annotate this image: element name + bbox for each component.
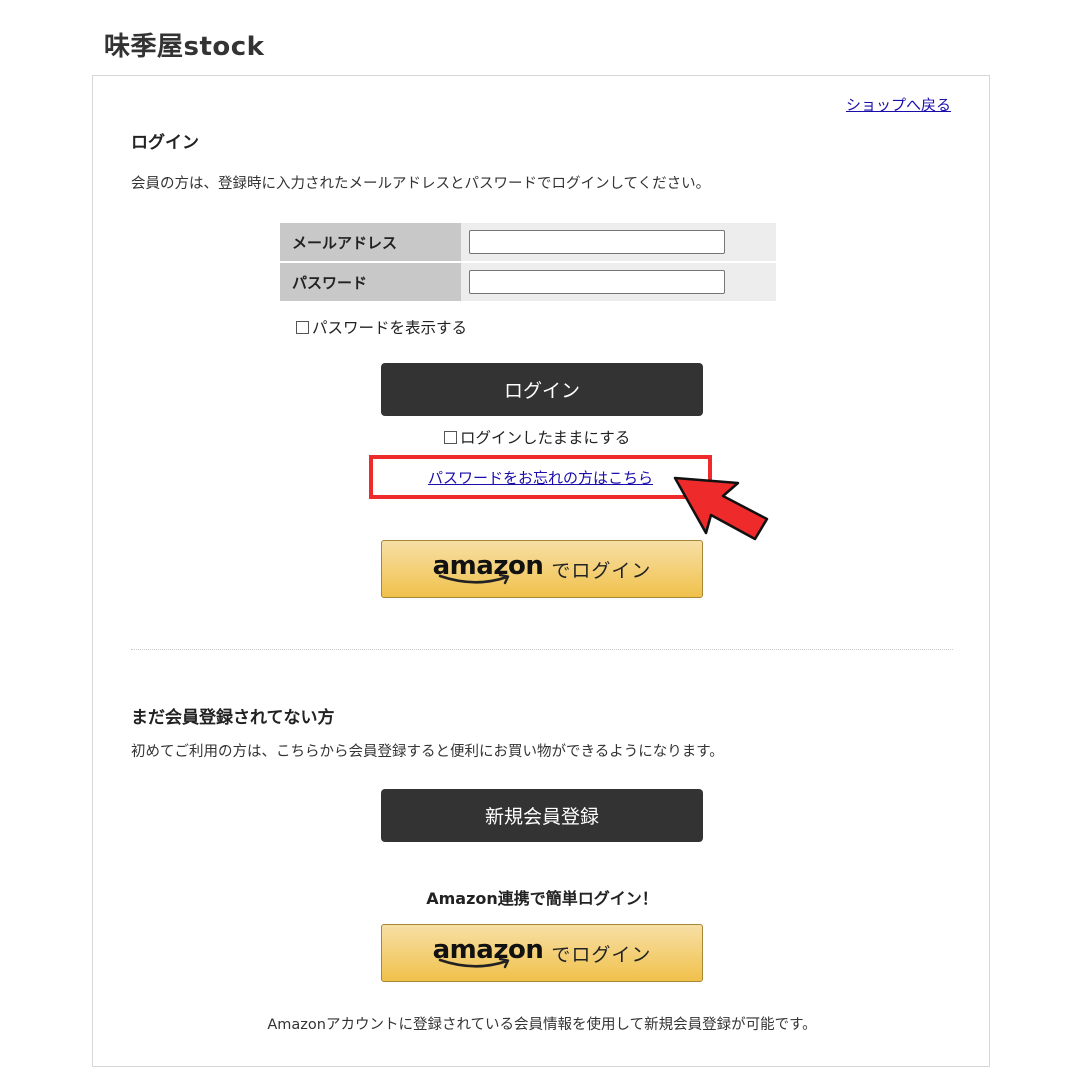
register-heading: まだ会員登録されてない方	[131, 708, 335, 728]
login-button[interactable]: ログイン	[381, 363, 703, 416]
show-password-label: パスワードを表示する	[312, 319, 468, 337]
amazon-logo: amazon	[433, 551, 544, 587]
remember-login-option[interactable]: ログインしたままにする	[444, 426, 630, 448]
red-pointer-arrow-icon	[673, 476, 769, 541]
email-label: メールアドレス	[280, 223, 461, 261]
show-password-checkbox[interactable]	[296, 320, 309, 334]
email-row: メールアドレス	[280, 223, 776, 261]
login-heading: ログイン	[131, 133, 199, 153]
back-to-shop-link[interactable]: ショップへ戻る	[846, 94, 951, 115]
password-row: パスワード	[280, 263, 776, 301]
amazon-register-suffix: でログイン	[551, 943, 652, 966]
login-button-label: ログイン	[503, 380, 580, 402]
password-cell	[461, 263, 776, 301]
password-label: パスワード	[280, 263, 461, 301]
login-form-table: メールアドレス パスワード	[280, 221, 776, 303]
email-input[interactable]	[469, 230, 725, 254]
remember-login-checkbox[interactable]	[444, 430, 457, 444]
amazon-login-suffix: でログイン	[551, 559, 652, 582]
amazon-logo: amazon	[433, 935, 544, 971]
show-password-option[interactable]: パスワードを表示する	[296, 316, 467, 338]
login-panel: ショップへ戻る ログイン 会員の方は、登録時に入力されたメールアドレスとパスワー…	[92, 75, 990, 1067]
amazon-smile-icon	[438, 957, 509, 969]
amazon-register-note: Amazonアカウントに登録されている会員情報を使用して新規会員登録が可能です。	[267, 1017, 817, 1033]
login-description: 会員の方は、登録時に入力されたメールアドレスとパスワードでログインしてください。	[131, 176, 711, 192]
email-cell	[461, 223, 776, 261]
register-button[interactable]: 新規会員登録	[381, 789, 703, 842]
password-input[interactable]	[469, 270, 725, 294]
forgot-password-link[interactable]: パスワードをお忘れの方はこちら	[428, 467, 653, 488]
amazon-login-button[interactable]: amazon でログイン	[381, 540, 703, 598]
register-description: 初めてご利用の方は、こちらから会員登録すると便利にお買い物ができるようになります…	[131, 744, 724, 760]
remember-login-label: ログインしたままにする	[460, 429, 631, 447]
amazon-smile-icon	[438, 573, 509, 585]
section-divider	[131, 649, 953, 650]
site-title: 味季屋stock	[104, 32, 265, 62]
forgot-password-highlight: パスワードをお忘れの方はこちら	[369, 455, 712, 499]
register-button-label: 新規会員登録	[484, 806, 599, 828]
amazon-link-heading: Amazon連携で簡単ログイン！	[426, 889, 658, 908]
amazon-register-button[interactable]: amazon でログイン	[381, 924, 703, 982]
